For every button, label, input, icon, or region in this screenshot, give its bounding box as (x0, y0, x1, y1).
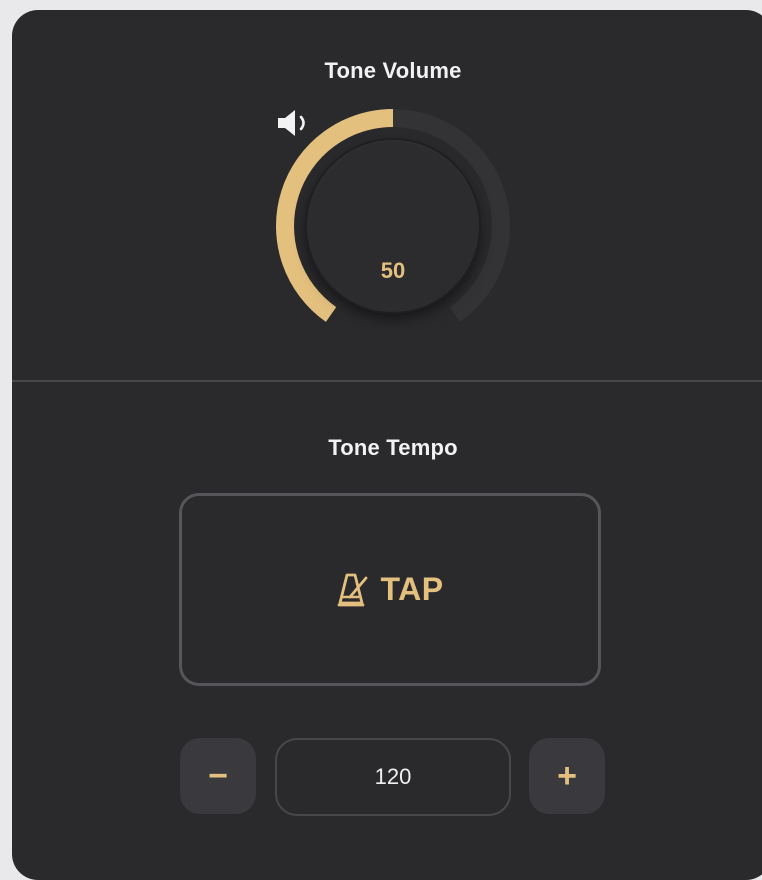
volume-knob[interactable]: 50 (275, 108, 511, 344)
tone-tempo-title: Tone Tempo (328, 435, 458, 460)
increment-tempo-button[interactable]: + (529, 738, 605, 814)
volume-knob-face (307, 140, 479, 312)
decrement-tempo-button[interactable]: − (180, 738, 256, 814)
tone-volume-title: Tone Volume (324, 58, 462, 83)
speaker-icon (278, 110, 305, 136)
tap-label: TAP (380, 571, 444, 607)
metronome-icon (338, 573, 368, 606)
tap-tempo-button[interactable]: TAP (179, 493, 601, 686)
tempo-value-field[interactable]: 120 (275, 738, 511, 816)
volume-value: 50 (380, 258, 406, 283)
section-divider (12, 380, 762, 382)
tone-settings-panel: Tone Volume 50 Tone Tempo TAP − 120 + (12, 10, 762, 880)
